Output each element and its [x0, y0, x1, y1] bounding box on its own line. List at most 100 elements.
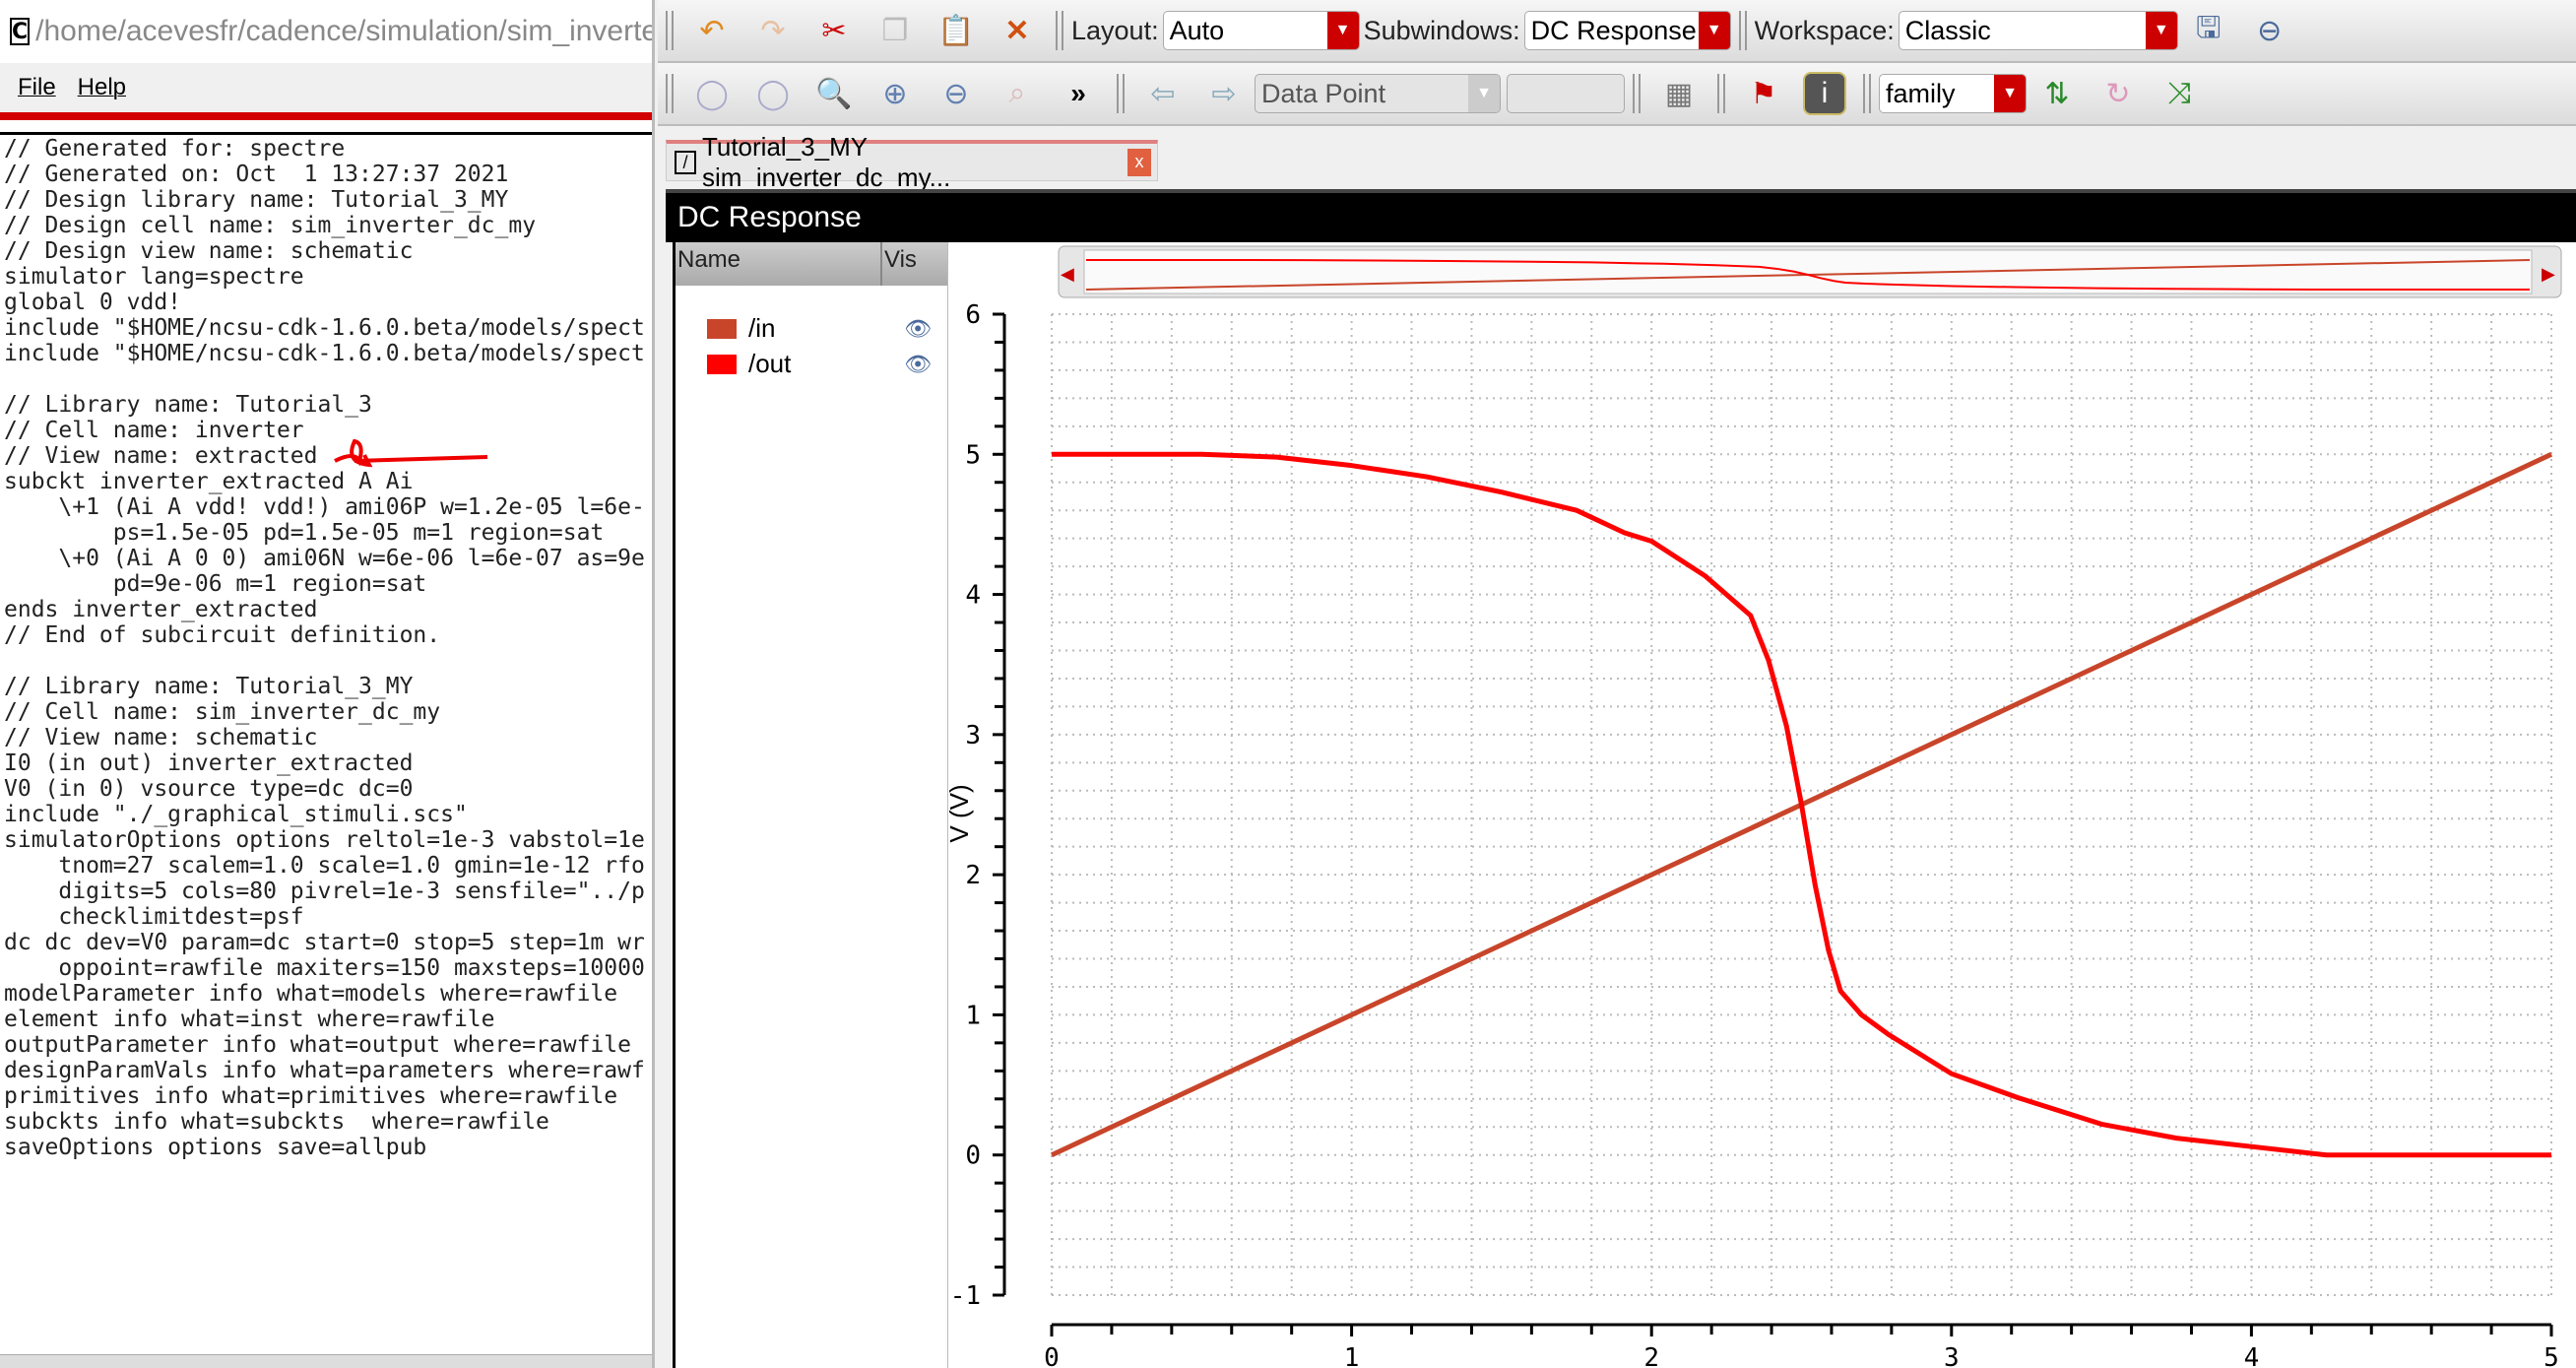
layout-value: Auto: [1169, 15, 1225, 45]
y-tick-label: 0: [965, 1141, 981, 1171]
refresh-traces-icon[interactable]: ↻: [2096, 72, 2140, 115]
previous-marker-icon[interactable]: ⇦: [1141, 72, 1185, 115]
netlist-line: V0 (in 0) vsource type=dc dc=0: [4, 776, 414, 802]
swap-traces-icon[interactable]: ⤨: [2157, 72, 2201, 115]
y-tick-label: 5: [965, 440, 981, 470]
dc-response-chart[interactable]: ◀ ▶ -1 0 1 2 3 4 5 6 0 1 2 3 4 5 V (V): [948, 242, 2576, 1368]
marker-type-value: Data Point: [1261, 78, 1386, 108]
x-tick-label: 0: [1044, 1343, 1060, 1368]
toolbar-grip[interactable]: [1633, 74, 1641, 113]
netlist-line: simulatorOptions options reltol=1e-3 vab…: [4, 827, 645, 853]
toolbar-grip[interactable]: [666, 74, 674, 113]
back-icon[interactable]: ◯: [690, 72, 734, 115]
netlist-line: \+0 (Ai A 0 0) ami06N w=6e-06 l=6e-07 as…: [4, 546, 645, 571]
eye-icon[interactable]: 👁: [904, 352, 932, 377]
toolbar-grip[interactable]: [666, 11, 674, 50]
toolbar-grip[interactable]: [1117, 74, 1125, 113]
delete-icon[interactable]: ✕: [996, 9, 1039, 52]
split-traces-icon[interactable]: ⇅: [2035, 72, 2079, 115]
graph-icon: /: [675, 150, 696, 174]
netlist-line: checklimitdest=psf: [4, 904, 304, 930]
tab-waveform[interactable]: / Tutorial_3_MY sim_inverter_dc_my... x: [666, 132, 1158, 192]
column-vis[interactable]: Vis: [882, 242, 941, 286]
y-tick-label: 3: [965, 721, 981, 750]
flag-icon[interactable]: ⚑: [1742, 72, 1785, 115]
toolbar-grip[interactable]: [1863, 74, 1871, 113]
netlist-line: // End of subcircuit definition.: [4, 622, 441, 648]
next-marker-icon[interactable]: ⇨: [1202, 72, 1246, 115]
chevron-down-icon: ▼: [1326, 12, 1359, 49]
netlist-line: // Design view name: schematic: [4, 238, 414, 264]
layout-select[interactable]: Auto ▼: [1162, 11, 1360, 50]
netlist-line: ends inverter_extracted: [4, 597, 318, 622]
overview-thumb[interactable]: [1083, 249, 2533, 294]
delete-workspace-icon[interactable]: ⊖: [2248, 9, 2291, 52]
toolbar-grip[interactable]: [1056, 11, 1063, 50]
column-name[interactable]: Name: [676, 242, 882, 286]
info-icon[interactable]: i: [1803, 72, 1846, 115]
netlist-line: I0 (in out) inverter_extracted: [4, 750, 414, 776]
cut-icon[interactable]: ✂: [812, 9, 856, 52]
divider: [0, 132, 652, 135]
zoom-fit-icon[interactable]: 🔍: [812, 72, 856, 115]
netlist-text[interactable]: // Generated for: spectre// Generated on…: [4, 136, 645, 1160]
close-tab-button[interactable]: x: [1127, 148, 1151, 176]
forward-icon[interactable]: ◯: [751, 72, 795, 115]
y-tick-label: 1: [965, 1001, 981, 1030]
netlist-line: include "./_graphical_stimuli.scs": [4, 802, 468, 827]
zoom-region-icon[interactable]: ⌕: [996, 72, 1039, 115]
netlist-menu-bar: File Help: [0, 63, 652, 112]
netlist-window-title: /home/acevesfr/cadence/simulation/sim_in…: [35, 15, 652, 47]
eye-icon[interactable]: 👁: [904, 316, 932, 342]
save-workspace-icon[interactable]: 🖫: [2187, 9, 2230, 52]
family-select[interactable]: family ▼: [1879, 74, 2027, 113]
scroll-right-icon[interactable]: ▶: [2542, 264, 2555, 284]
chevron-down-icon: ▼: [2145, 12, 2177, 49]
netlist-line: digits=5 cols=80 pivrel=1e-3 sensfile=".…: [4, 879, 645, 904]
zoom-out-icon[interactable]: ⊖: [934, 72, 978, 115]
trace-item-in[interactable]: /in 👁: [685, 313, 932, 344]
x-tick-label: 3: [1944, 1343, 1960, 1368]
overview-scrollbar[interactable]: ◀ ▶: [1058, 245, 2562, 298]
netlist-line: primitives info what=primitives where=ra…: [4, 1083, 618, 1109]
horizontal-scrollbar[interactable]: [0, 1354, 652, 1368]
menu-file[interactable]: File: [18, 74, 56, 101]
netlist-line: [4, 366, 645, 392]
subwindow-title: DC Response: [677, 201, 862, 233]
chevron-down-icon: ▼: [1468, 75, 1500, 112]
redo-icon[interactable]: ↷: [751, 9, 795, 52]
toolbar-grip[interactable]: [1717, 74, 1725, 113]
marker-type-select[interactable]: Data Point ▼: [1255, 74, 1501, 113]
more-tools-button[interactable]: »: [1057, 72, 1100, 115]
copy-icon[interactable]: ❐: [873, 9, 917, 52]
subwindows-label: Subwindows:: [1363, 15, 1520, 45]
scroll-left-icon[interactable]: ◀: [1061, 264, 1074, 284]
y-tick-label: 6: [965, 300, 981, 330]
paste-icon[interactable]: 📋: [934, 9, 978, 52]
netlist-line: oppoint=rawfile maxiters=150 maxsteps=10…: [4, 955, 645, 981]
y-tick-label: -1: [950, 1281, 981, 1311]
workspace-select[interactable]: Classic ▼: [1898, 11, 2178, 50]
workspace-value: Classic: [1904, 15, 1991, 45]
netlist-line: // Cell name: sim_inverter_dc_my: [4, 699, 441, 725]
netlist-line: // Design library name: Tutorial_3_MY: [4, 187, 509, 213]
toolbar-grip[interactable]: [1738, 11, 1747, 50]
calculator-icon[interactable]: ▦: [1657, 72, 1701, 115]
menu-help[interactable]: Help: [78, 74, 126, 101]
trace-name: /out: [748, 349, 792, 378]
trace-item-out[interactable]: /out 👁: [685, 349, 932, 379]
marker-value-input[interactable]: [1507, 74, 1625, 113]
zoom-in-icon[interactable]: ⊕: [873, 72, 917, 115]
chevron-down-icon: ▼: [1994, 75, 2026, 112]
netlist-line: ps=1.5e-05 pd=1.5e-05 m=1 region=sat: [4, 520, 605, 546]
netlist-line: saveOptions options save=allpub: [4, 1135, 427, 1160]
chevron-down-icon: ▼: [1698, 12, 1730, 49]
workspace-label: Workspace:: [1754, 15, 1895, 45]
subwindows-select[interactable]: DC Response ▼: [1523, 11, 1731, 50]
x-tick-label: 5: [2544, 1343, 2559, 1368]
undo-icon[interactable]: ↶: [690, 9, 734, 52]
red-annotation-arrow: [334, 438, 488, 468]
trace-color-swatch: [707, 318, 737, 339]
layout-label: Layout:: [1071, 15, 1159, 45]
netlist-line: designParamVals info what=parameters whe…: [4, 1058, 645, 1083]
